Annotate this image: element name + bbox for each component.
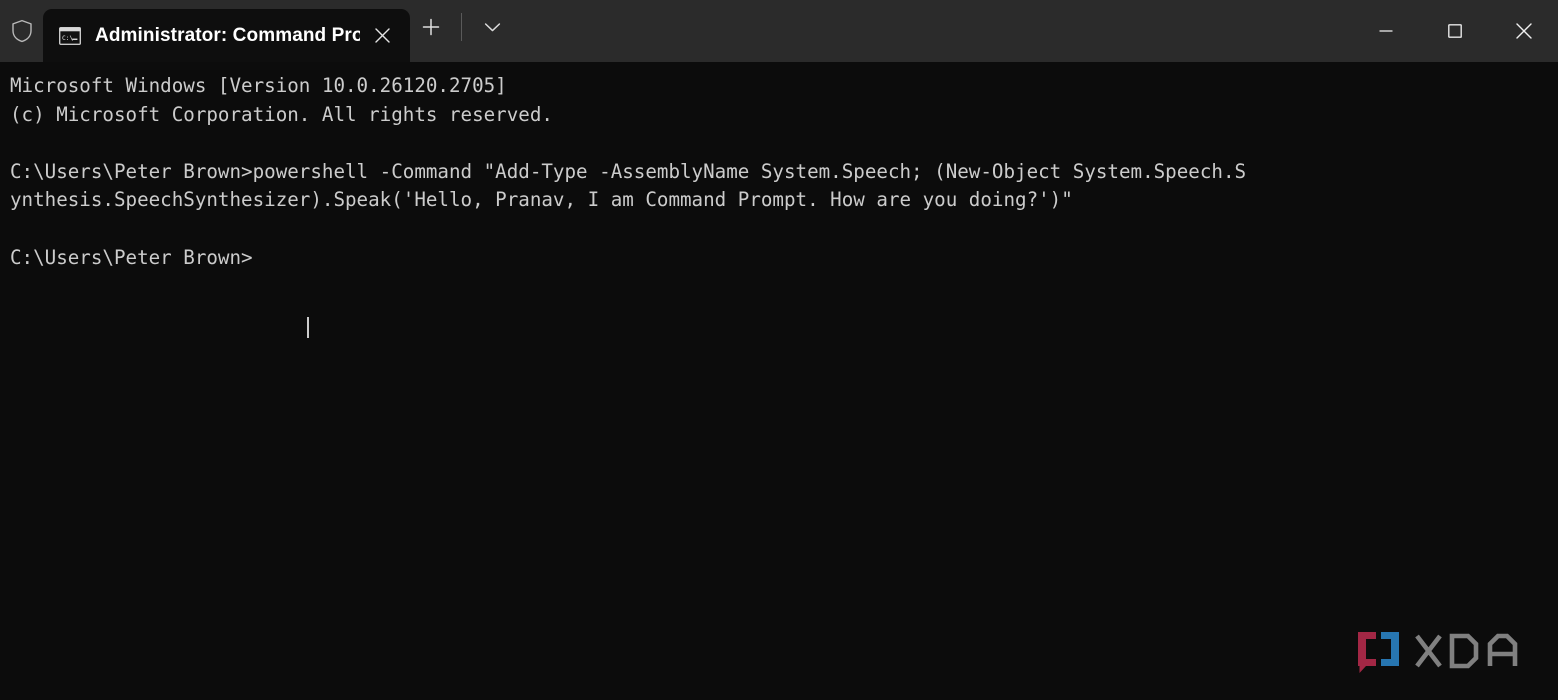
shield-icon — [0, 0, 43, 62]
command-prompt-icon: C:\ — [58, 26, 82, 45]
tab-title: Administrator: Command Pro — [95, 24, 360, 46]
svg-text:C:\: C:\ — [62, 35, 73, 42]
xda-watermark — [1355, 629, 1534, 678]
xda-bracket-logo — [1355, 629, 1405, 678]
window-controls — [1351, 0, 1558, 62]
maximize-icon[interactable] — [1420, 0, 1489, 62]
text-cursor — [307, 317, 309, 338]
plus-icon[interactable] — [410, 7, 452, 47]
terminal-output: Microsoft Windows [Version 10.0.26120.27… — [10, 74, 1247, 269]
tab-actions — [410, 0, 513, 62]
minimize-icon[interactable] — [1351, 0, 1420, 62]
terminal-window: C:\ Administrator: Command Pro Microsoft… — [0, 0, 1558, 700]
close-icon[interactable] — [360, 14, 404, 58]
title-bar-left: C:\ Administrator: Command Pro — [0, 0, 513, 62]
tab-administrator-command-prompt[interactable]: C:\ Administrator: Command Pro — [43, 9, 410, 62]
title-bar: C:\ Administrator: Command Pro — [0, 0, 1558, 62]
tab-strip: C:\ Administrator: Command Pro — [43, 0, 410, 62]
xda-wordmark — [1414, 633, 1534, 674]
chevron-down-icon[interactable] — [471, 7, 513, 47]
close-window-icon[interactable] — [1489, 0, 1558, 62]
terminal-body[interactable]: Microsoft Windows [Version 10.0.26120.27… — [0, 62, 1558, 700]
toolbar-separator — [461, 13, 462, 41]
